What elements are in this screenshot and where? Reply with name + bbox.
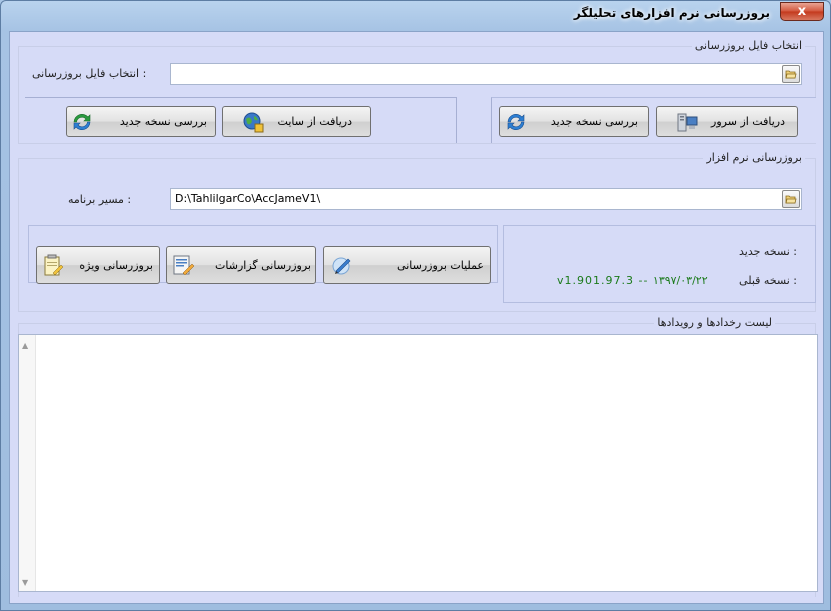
version-info-panel xyxy=(503,225,816,303)
update-operations-button[interactable]: عملیات بروزرسانی xyxy=(323,246,491,284)
refresh-arrows-icon xyxy=(73,113,91,131)
check-new-version-left-label: بررسی نسخه جدید xyxy=(119,115,207,128)
file-select-group-title: انتخاب فایل بروزرسانی xyxy=(691,39,805,52)
globe-download-icon xyxy=(243,112,264,133)
update-reports-button[interactable]: بروزرسانی گزارشات xyxy=(166,246,316,284)
program-path-input[interactable]: D:\TahlilgarCo\AccJameV1\ xyxy=(170,188,802,210)
file-field-label: : انتخاب فایل بروزرسانی xyxy=(32,67,147,80)
software-update-group-title: بروزرسانی نرم افزار xyxy=(703,151,805,164)
update-file-input[interactable] xyxy=(170,63,802,85)
download-from-site-button[interactable]: دریافت از سایت xyxy=(222,106,371,137)
refresh-arrows-icon xyxy=(507,113,525,131)
old-version-label: : نسخه قبلی xyxy=(739,274,797,287)
folder-open-icon xyxy=(785,195,797,204)
program-path-label: : مسیر برنامه xyxy=(68,193,132,206)
events-list[interactable]: ▲ ▼ xyxy=(18,334,818,592)
special-update-button[interactable]: بروزرسانی ویژه xyxy=(36,246,160,284)
report-edit-icon xyxy=(173,255,195,276)
app-window: بروزرسانی نرم افزارهای تحلیلگر x انتخاب … xyxy=(0,0,831,611)
pen-edit-icon xyxy=(332,257,351,275)
new-version-label: : نسخه جدید xyxy=(739,245,797,258)
notepad-pencil-icon xyxy=(44,254,64,276)
check-new-version-left-button[interactable]: بررسی نسخه جدید xyxy=(66,106,216,137)
computer-server-icon xyxy=(677,113,698,132)
download-from-server-button[interactable]: دریافت از سرور xyxy=(656,106,798,137)
window-title: بروزرسانی نرم افزارهای تحلیلگر xyxy=(573,6,770,20)
special-update-label: بروزرسانی ویژه xyxy=(79,259,153,272)
browse-path-button[interactable] xyxy=(782,190,800,208)
download-from-server-label: دریافت از سرور xyxy=(711,115,785,128)
old-version-value: v1.901.97.3 -- ۱۳۹۷/۰۳/۲۲ xyxy=(557,274,708,287)
events-list-scrollbar[interactable]: ▲ ▼ xyxy=(19,335,36,591)
check-new-version-right-label: بررسی نسخه جدید xyxy=(550,115,638,128)
scroll-up-arrow-icon[interactable]: ▲ xyxy=(22,341,28,350)
scroll-down-arrow-icon[interactable]: ▼ xyxy=(22,578,28,587)
check-new-version-right-button[interactable]: بررسی نسخه جدید xyxy=(499,106,649,137)
events-group-title: لیست رخدادها و رویدادها xyxy=(654,316,775,329)
folder-open-icon xyxy=(785,70,797,79)
update-reports-label: بروزرسانی گزارشات xyxy=(215,259,311,272)
client-area: انتخاب فایل بروزرسانی : انتخاب فایل بروز… xyxy=(9,31,824,604)
title-bar[interactable]: بروزرسانی نرم افزارهای تحلیلگر x xyxy=(1,1,830,29)
update-operations-label: عملیات بروزرسانی xyxy=(397,259,484,272)
browse-file-button[interactable] xyxy=(782,65,800,83)
close-button[interactable]: x xyxy=(780,2,824,21)
download-from-site-label: دریافت از سایت xyxy=(277,115,352,128)
